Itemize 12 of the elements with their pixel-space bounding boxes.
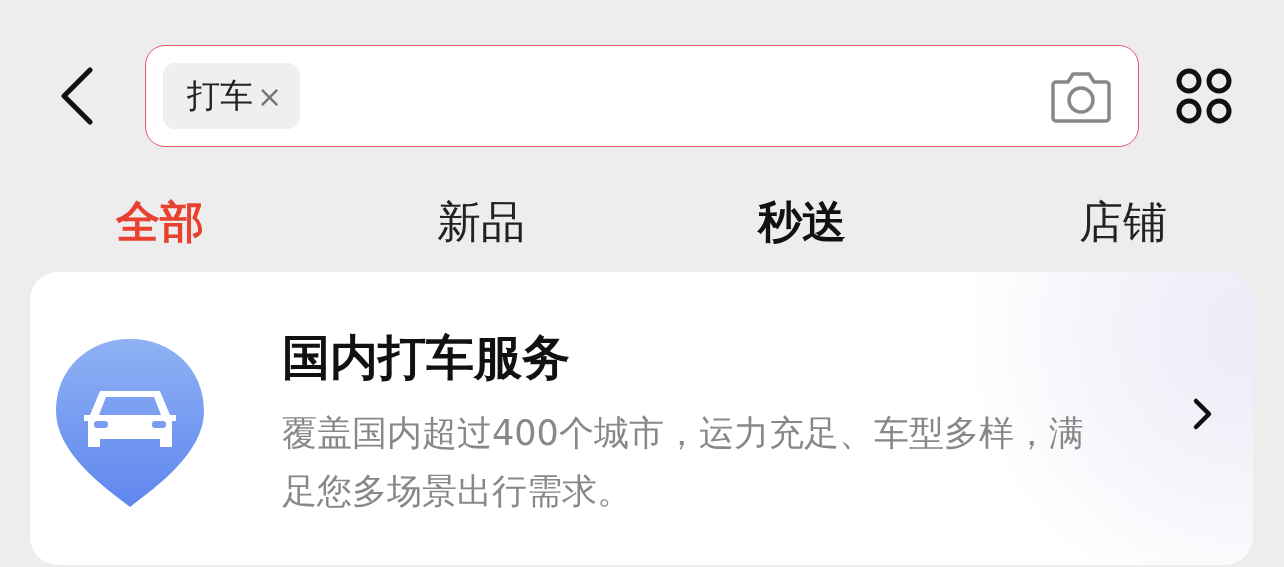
- back-icon[interactable]: [60, 67, 94, 125]
- category-tab[interactable]: 店铺: [1078, 189, 1167, 255]
- search-field[interactable]: 打车×: [145, 45, 1139, 147]
- category-tab[interactable]: 新品: [436, 189, 525, 255]
- grid-icon[interactable]: [1175, 67, 1233, 125]
- service-card[interactable]: 国内打车服务 覆盖国内超过400个城市，运力充足、车型多样，满足您多场景出行需求。: [30, 272, 1253, 565]
- service-description: 覆盖国内超过400个城市，运力充足、车型多样，满足您多场景出行需求。: [282, 411, 1085, 513]
- service-title: 国内打车服务: [282, 327, 571, 387]
- car-pin-icon: [54, 336, 206, 509]
- search-tag[interactable]: 打车×: [163, 63, 301, 129]
- category-tab[interactable]: 秒送: [757, 189, 846, 255]
- chevron-right-icon[interactable]: [1192, 396, 1214, 431]
